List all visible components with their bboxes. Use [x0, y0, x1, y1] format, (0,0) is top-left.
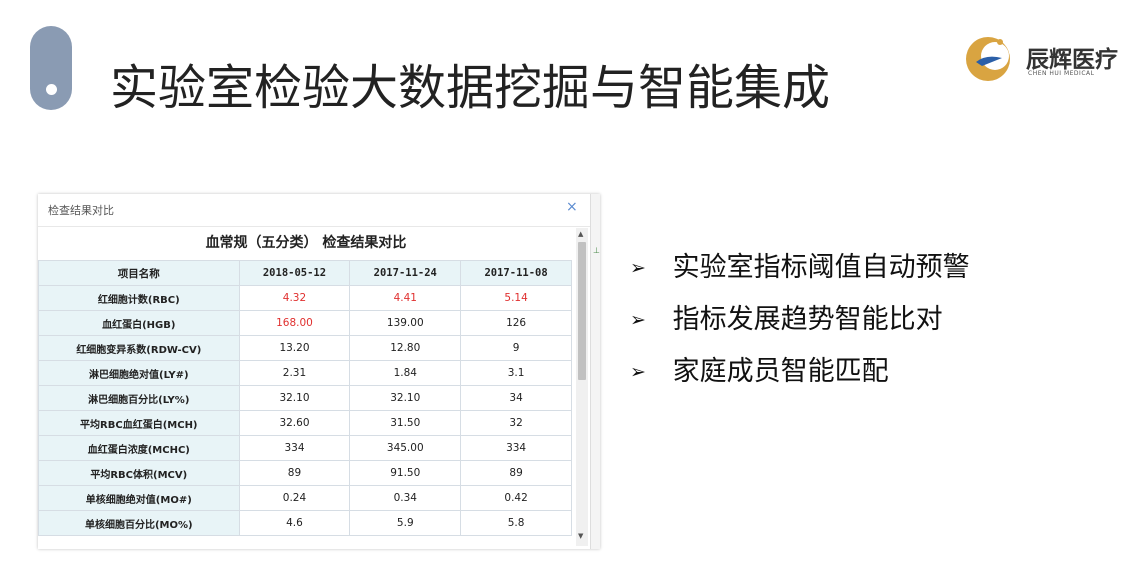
result-value: 91.50 — [349, 460, 462, 486]
result-table-area: 血常规（五分类） 检查结果对比 项目名称 2018-05-12 2017-11-… — [38, 228, 574, 549]
result-value: 0.42 — [460, 485, 572, 511]
result-value: 89 — [238, 460, 351, 486]
result-compare-dialog: 检查结果对比 × 血常规（五分类） 检查结果对比 项目名称 2018-05-12… — [38, 194, 600, 549]
table-row: 红细胞计数(RBC) 4.32 4.41 5.14 — [38, 285, 572, 311]
result-value: 334 — [238, 435, 351, 461]
result-value: 0.24 — [238, 485, 351, 511]
table-row: 单核细胞百分比(MO%) 4.6 5.9 5.8 — [38, 510, 572, 536]
result-value: 139.00 — [349, 310, 462, 336]
result-value: 4.32 — [238, 285, 351, 311]
result-value: 34 — [460, 385, 572, 411]
feature-item: ➢ 实验室指标阈值自动预警 — [630, 252, 970, 304]
result-value: 5.8 — [460, 510, 572, 536]
dialog-title: 检查结果对比 — [48, 204, 114, 217]
test-item-name: 红细胞计数(RBC) — [38, 285, 240, 311]
result-value: 4.41 — [349, 285, 462, 311]
table-row: 平均RBC体积(MCV) 89 91.50 89 — [38, 460, 572, 486]
table-caption: 血常规（五分类） 检查结果对比 — [205, 235, 407, 251]
background-window-edge: ⊥ — [590, 194, 600, 549]
company-name-cn: 辰辉医疗 — [1026, 47, 1118, 73]
arrow-bullet-icon: ➢ — [630, 309, 646, 331]
result-value: 13.20 — [238, 335, 351, 361]
test-item-name: 平均RBC血红蛋白(MCH) — [38, 410, 240, 436]
table-row: 淋巴细胞百分比(LY%) 32.10 32.10 34 — [38, 385, 572, 411]
test-item-name: 单核细胞绝对值(MO#) — [38, 485, 240, 511]
table-row: 淋巴细胞绝对值(LY#) 2.31 1.84 3.1 — [38, 360, 572, 386]
result-value: 32 — [460, 410, 572, 436]
result-value: 345.00 — [349, 435, 462, 461]
test-item-name: 淋巴细胞百分比(LY%) — [38, 385, 240, 411]
test-item-name: 红细胞变异系数(RDW-CV) — [38, 335, 240, 361]
result-value: 126 — [460, 310, 572, 336]
feature-text: 指标发展趋势智能比对 — [672, 304, 943, 335]
result-value: 32.60 — [238, 410, 351, 436]
close-icon[interactable]: × — [566, 199, 578, 215]
table-row: 单核细胞绝对值(MO#) 0.24 0.34 0.42 — [38, 485, 572, 511]
accent-dot — [46, 84, 57, 95]
table-header-row: 项目名称 2018-05-12 2017-11-24 2017-11-08 — [38, 260, 572, 286]
test-item-name: 单核细胞百分比(MO%) — [38, 510, 240, 536]
table-row: 平均RBC血红蛋白(MCH) 32.60 31.50 32 — [38, 410, 572, 436]
table-row: 红细胞变异系数(RDW-CV) 13.20 12.80 9 — [38, 335, 572, 361]
column-header: 2018-05-12 — [238, 260, 351, 286]
result-value: 5.14 — [460, 285, 572, 311]
result-value: 32.10 — [349, 385, 462, 411]
scrollbar-thumb[interactable] — [578, 242, 586, 380]
result-value: 334 — [460, 435, 572, 461]
result-compare-table: 项目名称 2018-05-12 2017-11-24 2017-11-08 红细… — [38, 260, 572, 536]
table-row: 血红蛋白浓度(MCHC) 334 345.00 334 — [38, 435, 572, 461]
feature-text: 实验室指标阈值自动预警 — [672, 252, 970, 283]
arrow-bullet-icon: ➢ — [630, 361, 646, 383]
table-body: 红细胞计数(RBC) 4.32 4.41 5.14 血红蛋白(HGB) 168.00 139… — [38, 285, 572, 536]
feature-text: 家庭成员智能匹配 — [672, 356, 889, 387]
test-item-name: 淋巴细胞绝对值(LY#) — [38, 360, 240, 386]
column-header: 项目名称 — [38, 260, 240, 286]
company-name-en: CHEN HUI MEDICAL — [1028, 70, 1095, 77]
result-value: 4.6 — [238, 510, 351, 536]
result-value: 168.00 — [238, 310, 351, 336]
company-logo: 辰辉医疗 CHEN HUI MEDICAL — [962, 32, 1132, 88]
background-window-mark: ⊥ — [593, 246, 600, 255]
result-value: 1.84 — [349, 360, 462, 386]
company-logo-mark-icon — [966, 37, 1010, 81]
scroll-up-arrow-icon[interactable]: ▲ — [578, 230, 583, 238]
test-item-name: 血红蛋白(HGB) — [38, 310, 240, 336]
dialog-header: 检查结果对比 × — [38, 194, 600, 227]
column-header: 2017-11-08 — [460, 260, 572, 286]
result-value: 89 — [460, 460, 572, 486]
result-value: 31.50 — [349, 410, 462, 436]
feature-list: ➢ 实验室指标阈值自动预警 ➢ 指标发展趋势智能比对 ➢ 家庭成员智能匹配 — [630, 252, 970, 408]
slide-title: 实验室检验大数据挖掘与智能集成 — [110, 60, 831, 116]
result-value: 3.1 — [460, 360, 572, 386]
test-item-name: 平均RBC体积(MCV) — [38, 460, 240, 486]
result-value: 12.80 — [349, 335, 462, 361]
scroll-down-arrow-icon[interactable]: ▼ — [578, 532, 583, 540]
table-row: 血红蛋白(HGB) 168.00 139.00 126 — [38, 310, 572, 336]
test-item-name: 血红蛋白浓度(MCHC) — [38, 435, 240, 461]
title-accent-bar — [30, 26, 72, 110]
feature-item: ➢ 指标发展趋势智能比对 — [630, 304, 970, 356]
table-scrollbar[interactable]: ▲ ▼ — [576, 228, 588, 546]
feature-item: ➢ 家庭成员智能匹配 — [630, 356, 970, 408]
result-value: 32.10 — [238, 385, 351, 411]
result-value: 0.34 — [349, 485, 462, 511]
column-header: 2017-11-24 — [349, 260, 462, 286]
result-value: 5.9 — [349, 510, 462, 536]
result-value: 2.31 — [238, 360, 351, 386]
result-value: 9 — [460, 335, 572, 361]
arrow-bullet-icon: ➢ — [630, 257, 646, 279]
